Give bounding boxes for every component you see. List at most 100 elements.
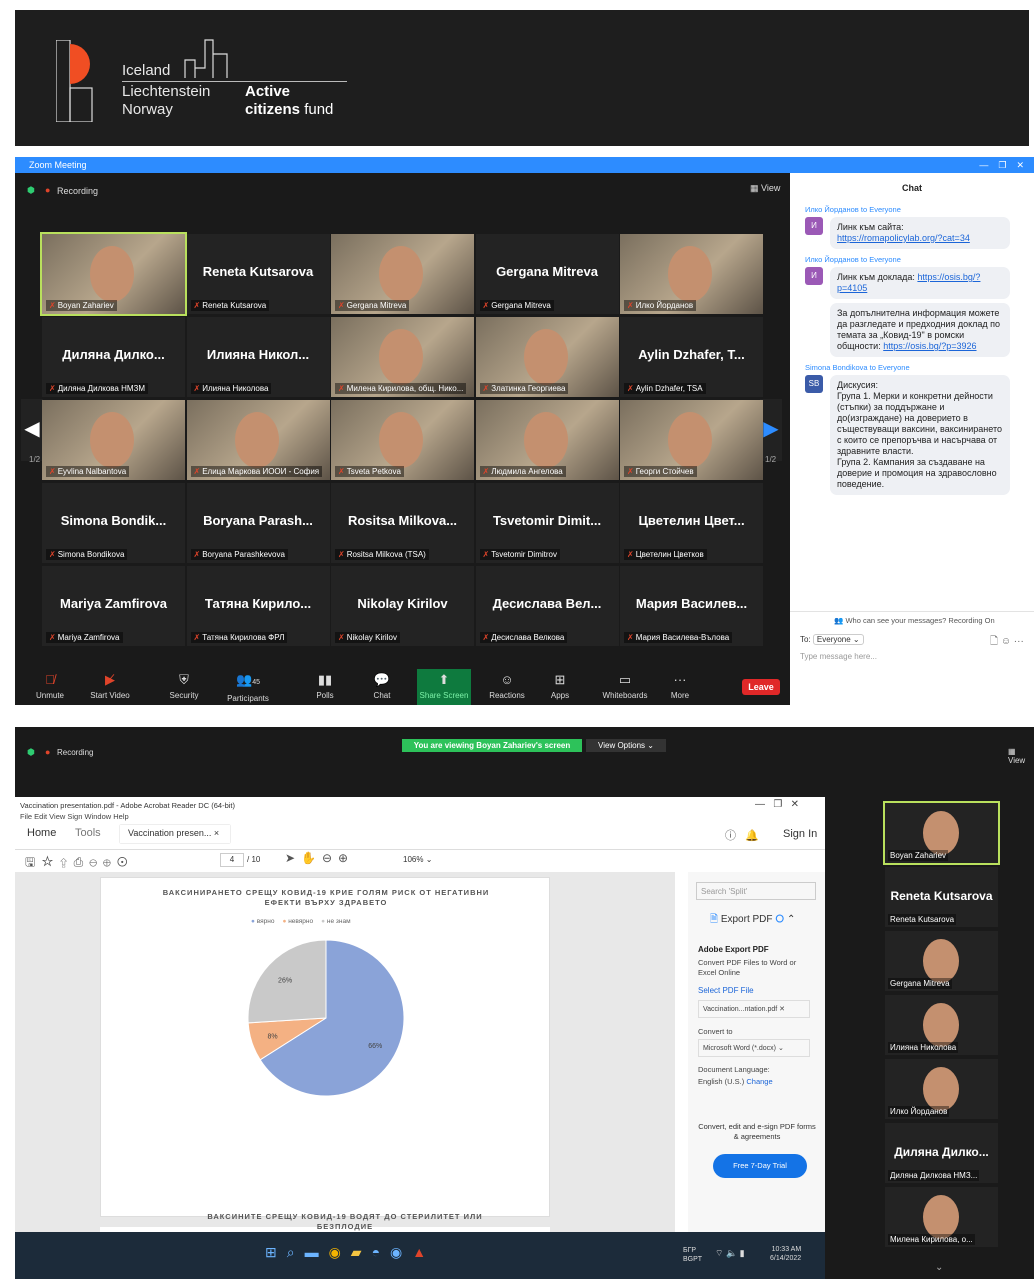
participant-thumbnail[interactable]: Boyan Zahariev: [883, 801, 1000, 865]
view-button[interactable]: ▦ View: [750, 183, 780, 194]
chat-link[interactable]: https://osis.bg/?p=3926: [883, 341, 976, 351]
participant-label-text: Мария Василева-Вълова: [635, 633, 730, 642]
participant-tile[interactable]: Татяна Кирило... ✗ Татяна Кирилова ФРЛ: [186, 566, 330, 646]
chat-link[interactable]: https://romapolicylab.org/?cat=34: [837, 233, 970, 243]
participant-tile[interactable]: Boryana Parash... ✗ Boryana Parashkevova: [186, 483, 330, 563]
view-options-button[interactable]: View Options ⌄: [586, 739, 666, 752]
polls-button[interactable]: ▮▮ Polls: [298, 669, 352, 705]
search-input[interactable]: Search 'Split': [696, 882, 816, 900]
print-icon[interactable]: ⎙: [74, 855, 90, 869]
participant-tile[interactable]: ✗ Златинка Георгиева: [475, 317, 619, 397]
leave-button[interactable]: Leave: [742, 679, 780, 695]
participant-tile[interactable]: Цветелин Цвет... ✗ Цветелин Цветков: [620, 483, 763, 563]
participant-label: ✗ Aylin Dzhafer, TSA: [624, 383, 706, 394]
change-link[interactable]: Change: [746, 1077, 772, 1086]
participant-tile[interactable]: Rositsa Milkova... ✗ Rositsa Milkova (TSA): [331, 483, 474, 563]
participant-tile[interactable]: ✗ Елица Маркова ИООИ - София: [186, 400, 330, 480]
tab-home[interactable]: Home: [27, 827, 56, 839]
more-button[interactable]: ··· More: [653, 669, 707, 705]
help-icon[interactable]: ⓘ 🔔: [725, 827, 759, 843]
file-icon[interactable]: 🗋 ☺ ···: [990, 634, 1024, 651]
clock[interactable]: 10:33 AM 6/14/2022: [770, 1245, 801, 1263]
participant-thumbnail[interactable]: Милена Кирилова, о...: [885, 1187, 998, 1247]
chat-message-header: Илко Йорданов to Everyone: [805, 255, 901, 264]
cursor-tools-icon[interactable]: ➤✋⊖⊕: [285, 851, 354, 865]
edge-icon[interactable]: ◓: [372, 1244, 390, 1260]
upload-icon[interactable]: ⇪: [60, 855, 74, 869]
participant-tile[interactable]: Tsvetomir Dimit... ✗ Tsvetomir Dimitrov: [475, 483, 619, 563]
participant-tile[interactable]: ✗ Tsveta Petkova: [331, 400, 474, 480]
visibility-note[interactable]: 👥 Who can see your messages? Recording O…: [834, 616, 995, 625]
window-controls-icon[interactable]: — ❐ ✕: [755, 799, 799, 810]
participant-tile[interactable]: ✗ Людмила Ангелова: [475, 400, 619, 480]
pdf-pane[interactable]: ВАКСИНИРАНЕТО СРЕЩУ КОВИД-19 КРИЕ ГОЛЯМ …: [15, 872, 675, 1232]
star-icon[interactable]: ☆: [41, 855, 59, 869]
page-up-icon[interactable]: ⊕: [103, 855, 117, 869]
chat-message: И Линк към доклада: https://osis.bg/?p=4…: [790, 267, 1034, 357]
participant-tile[interactable]: ✗ Eyvlina Nalbantova: [42, 400, 185, 480]
folder-icon[interactable]: ▰: [351, 1244, 372, 1260]
unmute-button[interactable]: 🎙̸ Unmute: [23, 669, 77, 705]
windows-start-icon[interactable]: ⊞: [265, 1244, 287, 1260]
view-button[interactable]: ▦ View: [1008, 747, 1034, 765]
tab-document[interactable]: Vaccination presen... ×: [120, 825, 230, 843]
participant-tile[interactable]: Reneta Kutsarova ✗ Reneta Kutsarova: [186, 234, 330, 314]
tray-icons[interactable]: ⌔ 🔈 ▮: [715, 1248, 745, 1259]
participant-thumbnail[interactable]: Илко Йорданов: [885, 1059, 998, 1119]
taskbar-apps[interactable]: ⊞⌕▬◉▰◓◉▲: [265, 1244, 436, 1261]
prev-page-button[interactable]: ◀: [21, 399, 43, 461]
chat-button[interactable]: 💬 Chat: [355, 669, 409, 705]
chrome-icon[interactable]: ◉: [329, 1244, 351, 1260]
security-button[interactable]: ⛨ Security: [157, 669, 211, 705]
participant-tile[interactable]: Aylin Dzhafer, T... ✗ Aylin Dzhafer, TSA: [620, 317, 763, 397]
chevron-down-icon[interactable]: ⌄: [935, 1262, 943, 1273]
files-icon[interactable]: ▬: [305, 1244, 329, 1260]
participant-thumbnail[interactable]: Reneta Kutsarova Reneta Kutsarova: [885, 867, 998, 927]
participant-tile[interactable]: Simona Bondik... ✗ Simona Bondikova: [42, 483, 185, 563]
menu-bar[interactable]: File Edit View Sign Window Help: [20, 812, 129, 821]
page-number-input[interactable]: 4: [220, 853, 244, 867]
recipient-select[interactable]: Everyone ⌄: [812, 634, 864, 645]
participant-thumbnail[interactable]: Илияна Николова: [885, 995, 998, 1055]
participant-tile[interactable]: ✗ Илко Йорданов: [620, 234, 763, 314]
participant-tile[interactable]: ✗ Gergana Mitreva: [331, 234, 474, 314]
chat-input[interactable]: Type message here...: [800, 652, 1025, 661]
participant-tile[interactable]: Gergana Mitreva ✗ Gergana Mitreva: [475, 234, 619, 314]
participant-tile[interactable]: Десислава Вел... ✗ Десислава Велкова: [475, 566, 619, 646]
save-icon[interactable]: 🖫: [25, 855, 41, 869]
file-field[interactable]: Vaccination...ntation.pdf ✕: [698, 1000, 810, 1018]
sign-in-link[interactable]: Sign In: [783, 828, 817, 840]
tab-tools[interactable]: Tools: [75, 827, 101, 839]
format-select[interactable]: Microsoft Word (*.docx) ⌄: [698, 1039, 810, 1057]
zoom-select[interactable]: 106% ⌄: [403, 855, 432, 864]
language-indicator[interactable]: БГР BGPT: [683, 1246, 702, 1264]
participant-tile[interactable]: Mariya Zamfirova ✗ Mariya Zamfirova: [42, 566, 185, 646]
participant-tile[interactable]: Илияна Никол... ✗ Илияна Николова: [186, 317, 330, 397]
window-controls-icon[interactable]: — ❐ ✕: [979, 157, 1024, 173]
whiteboards-button[interactable]: ▭ Whiteboards: [593, 669, 657, 705]
search-icon[interactable]: ⌕: [287, 1244, 305, 1260]
reactions-button[interactable]: ☺ Reactions: [480, 669, 534, 705]
participant-tile[interactable]: Мария Василев... ✗ Мария Василева-Вълова: [620, 566, 763, 646]
participant-thumbnail[interactable]: Gergana Mitreva: [885, 931, 998, 991]
participant-tile[interactable]: ✗ Милена Кирилова, общ. Нико...: [331, 317, 474, 397]
participant-tile[interactable]: Диляна Дилко... ✗ Диляна Дилкова НМЗМ: [42, 317, 185, 397]
share-screen-button[interactable]: ⬆ Share Screen: [417, 669, 471, 705]
acrobat-icon[interactable]: ▲: [412, 1244, 436, 1260]
select-file-link[interactable]: Select PDF File: [698, 986, 754, 995]
shield-icon[interactable]: ⬢: [27, 185, 35, 196]
export-pdf-header[interactable]: 🗎 Export PDF ⭘ ⌃: [710, 912, 795, 929]
participant-thumbnail[interactable]: Диляна Дилко... Диляна Дилкова НМЗ...: [885, 1123, 998, 1183]
participant-tile[interactable]: ✗ Георги Стойчев: [620, 400, 763, 480]
zoom-app-icon[interactable]: ◉: [390, 1244, 412, 1260]
page-down-icon[interactable]: ⊙: [117, 855, 134, 869]
participant-tile[interactable]: Nikolay Kirilov ✗ Nikolay Kirilov: [331, 566, 474, 646]
shield-icon[interactable]: ⬢: [27, 747, 35, 758]
start-video-button[interactable]: ▶̸ Start Video: [83, 669, 137, 705]
free-trial-button[interactable]: Free 7-Day Trial: [713, 1154, 807, 1178]
next-page-button[interactable]: ▶: [760, 399, 782, 461]
apps-button[interactable]: ⊞ Apps: [533, 669, 587, 705]
participant-tile[interactable]: ✗ Boyan Zahariev: [40, 232, 187, 316]
participants-button[interactable]: 👥45 Participants: [221, 669, 275, 705]
zoom-out-icon[interactable]: ⊖: [89, 855, 103, 869]
